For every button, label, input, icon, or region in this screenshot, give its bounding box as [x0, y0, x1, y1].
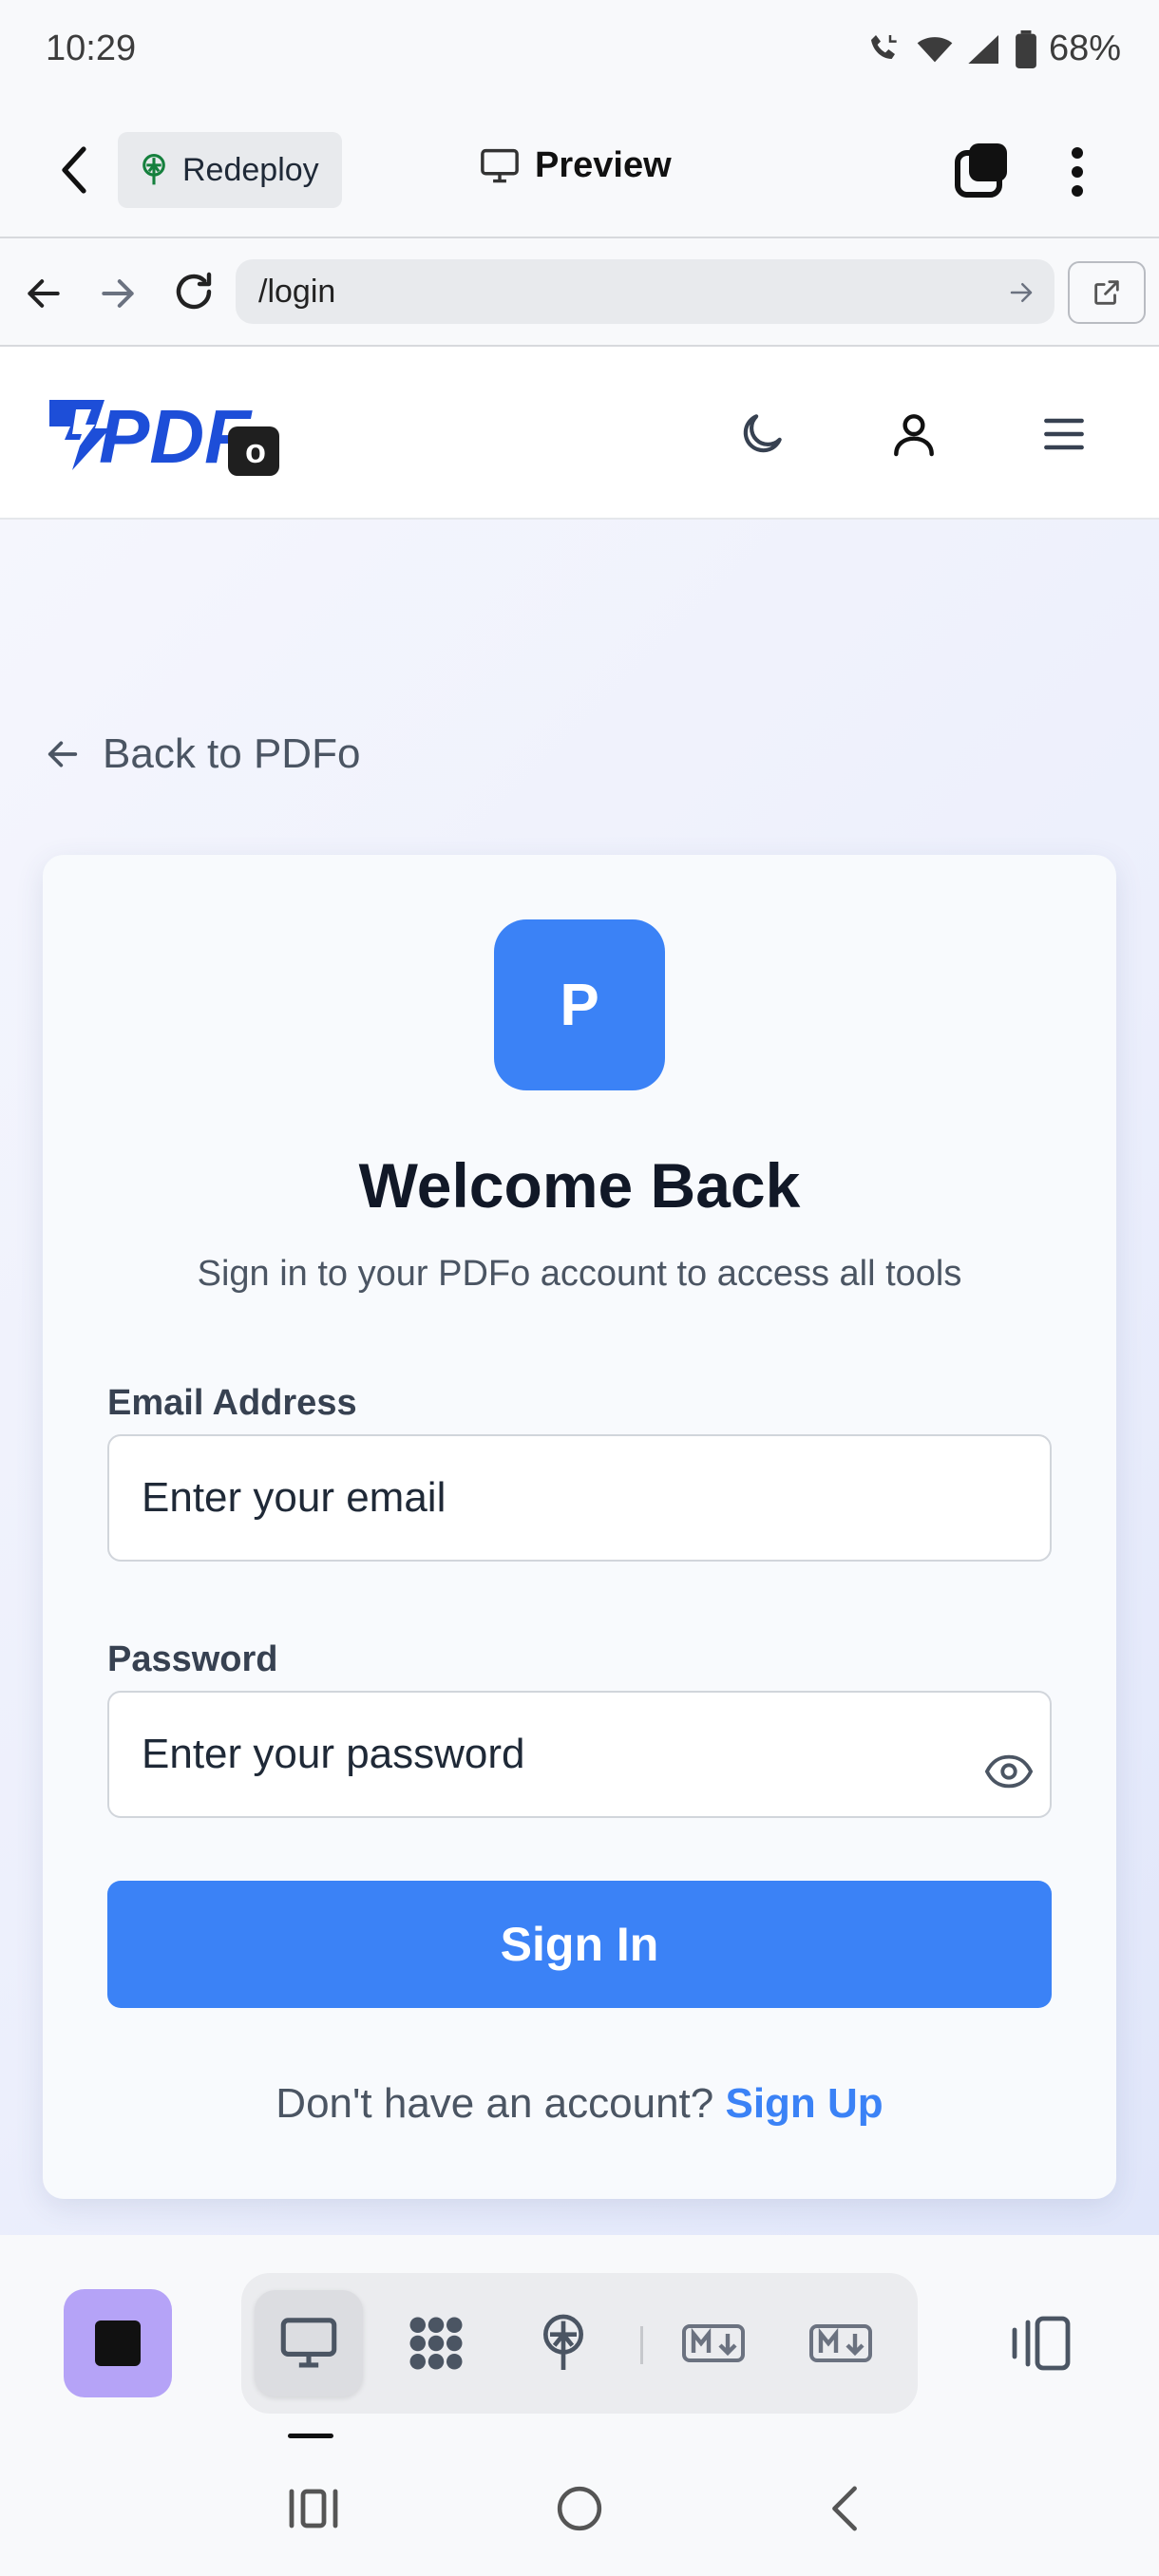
browser-forward-button[interactable] [97, 273, 139, 319]
battery-icon [1016, 29, 1036, 68]
browser-back-button[interactable] [23, 273, 65, 319]
preview-label: Preview [535, 145, 672, 185]
dock-markdown-button[interactable] [659, 2290, 768, 2396]
signup-prompt-text: Don't have an account? [276, 2080, 714, 2127]
user-icon [894, 414, 934, 457]
split-view-button[interactable] [1009, 2315, 1072, 2372]
split-view-icon [1012, 2316, 1071, 2371]
wifi-icon [917, 36, 953, 62]
arrow-left-icon [28, 279, 60, 308]
open-external-button[interactable] [1068, 261, 1146, 324]
arrow-left-icon [48, 741, 78, 767]
redeploy-label: Redeploy [182, 151, 319, 188]
eye-icon [984, 1754, 1034, 1789]
reload-icon [176, 272, 212, 310]
url-go-button[interactable] [1007, 278, 1036, 315]
logo-graphic: PDF o [49, 394, 279, 479]
external-link-icon [1094, 280, 1119, 305]
system-navigation-bar [0, 2444, 1159, 2576]
arrow-right-icon [102, 279, 134, 308]
dock-deploy-button[interactable] [509, 2290, 618, 2396]
back-button[interactable] [53, 142, 99, 199]
card-subtitle: Sign in to your PDFo account to access a… [197, 1254, 962, 1294]
deploy-tree-icon [142, 154, 165, 185]
dock-markdown-button-2[interactable] [787, 2290, 895, 2396]
markdown-icon [809, 2324, 872, 2362]
dock-apps-button[interactable] [382, 2290, 490, 2396]
theme-toggle-button[interactable] [735, 407, 788, 461]
monitor-icon [481, 148, 519, 182]
app-toolbar: Redeploy Preview [0, 100, 1159, 238]
moon-icon [743, 414, 782, 453]
recent-apps-icon [289, 2489, 338, 2529]
account-button[interactable] [887, 407, 940, 461]
login-card: P Welcome Back Sign in to your PDFo acco… [43, 855, 1116, 2199]
arrow-right-icon [1010, 283, 1033, 302]
password-field[interactable] [107, 1691, 1052, 1818]
logo-badge: o [245, 431, 266, 470]
status-bar: 10:29 68% [0, 0, 1159, 100]
bottom-dock [0, 2235, 1159, 2444]
menu-button[interactable] [1037, 407, 1091, 461]
status-icons: 68% [866, 28, 1121, 69]
signup-prompt: Don't have an account? Sign Up [43, 2080, 1116, 2128]
monitor-icon [280, 2318, 337, 2368]
password-label: Password [107, 1639, 278, 1679]
sign-up-link[interactable]: Sign Up [725, 2080, 883, 2127]
home-button[interactable] [551, 2480, 608, 2537]
url-input[interactable]: /login [236, 259, 1054, 324]
show-password-button[interactable] [984, 1752, 1034, 1790]
redeploy-button[interactable]: Redeploy [118, 132, 342, 208]
battery-percent: 68% [1048, 28, 1121, 68]
recent-apps-button[interactable] [285, 2480, 342, 2537]
dock-toolbar [241, 2273, 918, 2414]
tabs-button[interactable] [954, 142, 1009, 199]
email-label: Email Address [107, 1383, 357, 1423]
apps-grid-icon [409, 2317, 463, 2370]
url-bar: /login [0, 238, 1159, 347]
more-options-button[interactable] [1064, 143, 1091, 200]
dock-preview-button[interactable] [255, 2290, 363, 2396]
dock-active-indicator [288, 2434, 333, 2438]
menu-icon [1044, 418, 1084, 450]
markdown-icon [682, 2324, 745, 2362]
brand-badge: P [494, 919, 665, 1090]
status-time: 10:29 [46, 28, 137, 68]
url-text: /login [258, 273, 336, 310]
reload-button[interactable] [171, 269, 217, 319]
more-vertical-icon [1072, 147, 1083, 197]
card-title: Welcome Back [358, 1150, 801, 1221]
signal-icon [968, 34, 998, 64]
call-icon [870, 34, 897, 59]
site-header: PDF o [0, 347, 1159, 520]
back-to-home-link[interactable]: Back to PDFo [44, 730, 360, 778]
tabs-icon [955, 143, 1007, 198]
system-back-button[interactable] [817, 2480, 874, 2537]
app-switcher-tile[interactable] [64, 2289, 172, 2397]
login-page: Back to PDFo P Welcome Back Sign in to y… [0, 520, 1159, 2235]
chevron-left-icon [832, 2486, 857, 2531]
preview-title: Preview [480, 145, 672, 186]
home-circle-icon [557, 2486, 602, 2531]
email-field[interactable] [107, 1434, 1052, 1562]
chevron-left-icon [62, 146, 86, 194]
sign-in-button[interactable]: Sign In [107, 1881, 1052, 2008]
back-link-label: Back to PDFo [103, 730, 361, 777]
deploy-tree-icon [543, 2314, 583, 2370]
pdfo-logo[interactable]: PDF o [44, 388, 291, 480]
dock-separator [640, 2326, 643, 2364]
app-tile-icon [95, 2320, 141, 2366]
